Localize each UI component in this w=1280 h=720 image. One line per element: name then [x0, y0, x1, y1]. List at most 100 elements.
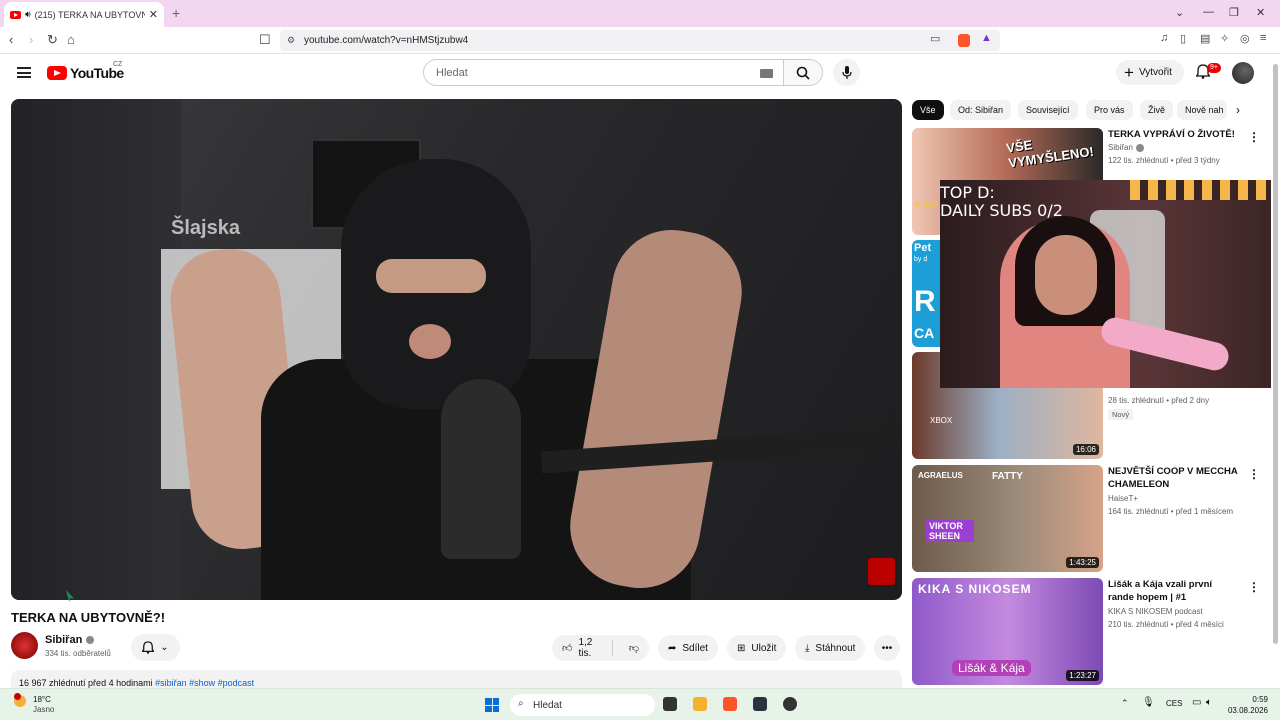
taskbar-search[interactable]: ⌕ Hledat	[510, 694, 655, 716]
tab-close-icon[interactable]: ✕	[149, 8, 158, 21]
keyboard-icon[interactable]	[760, 69, 773, 78]
windows-start-icon[interactable]	[485, 698, 499, 712]
account-avatar[interactable]	[1232, 62, 1254, 84]
video-duration: 16:06	[1072, 444, 1099, 455]
chip-recently-uploaded[interactable]: Nově nah	[1177, 100, 1227, 120]
channel-name[interactable]: Sibiřan	[45, 634, 95, 646]
minimize-button[interactable]: —	[1203, 6, 1214, 18]
save-button[interactable]: ⊞ Uložit	[727, 635, 787, 661]
recommendation-title[interactable]: Lišák a Kája vzali první rande hopem | #…	[1108, 578, 1238, 604]
speaker-icon[interactable]: 🔊︎	[25, 9, 31, 20]
chevron-right-icon[interactable]: ›	[1236, 103, 1240, 117]
input-language[interactable]: CES	[1166, 699, 1182, 708]
clock-date[interactable]: 03.08.2026	[1224, 706, 1268, 715]
chip-related[interactable]: Související	[1018, 100, 1078, 120]
home-icon[interactable]: ⌂	[67, 32, 75, 47]
recommendation-meta: 122 tis. zhlédnutí • před 3 týdny	[1108, 156, 1220, 165]
brave-rewards-icon[interactable]: ▲	[981, 32, 992, 44]
recommendation-title[interactable]: NEJVĚTŠÍ COOP V MECCHA CHAMELEON	[1108, 465, 1238, 491]
menu-icon[interactable]: ≡	[1260, 32, 1266, 44]
volume-icon[interactable]: 🔈︎	[1206, 697, 1220, 711]
bookmark-icon[interactable]: ☐	[259, 32, 271, 48]
tray-overflow-icon[interactable]: ⌃	[1121, 698, 1129, 709]
thumbnail-label: FATTY	[992, 471, 1023, 482]
more-vertical-icon[interactable]: ⋮	[1248, 467, 1260, 481]
file-explorer-icon[interactable]	[693, 697, 707, 711]
youtube-logo[interactable]: YouTube CZ	[47, 61, 124, 81]
recommendation-channel[interactable]: HaiseT+	[1108, 494, 1138, 503]
site-info-icon[interactable]: ⚙	[287, 35, 295, 46]
close-window-button[interactable]: ✕	[1256, 6, 1265, 19]
recommendation-thumbnail[interactable]: KIKA S NIKOSEM Lišák & Kája 1:23:27	[912, 578, 1103, 685]
taskbar-search-placeholder: Hledat	[533, 699, 562, 711]
microphone-tray-icon[interactable]: 🎙︎	[1142, 697, 1155, 711]
wallet-icon[interactable]: ▤	[1200, 32, 1210, 45]
subscription-bell-button[interactable]: ⌄	[131, 634, 180, 661]
player-mouth	[409, 324, 451, 359]
channel-avatar[interactable]	[11, 632, 38, 659]
more-actions-button[interactable]: •••	[874, 635, 900, 661]
video-player[interactable]: Šlajska	[11, 99, 902, 600]
dislike-button[interactable]: 👎︎	[619, 635, 649, 661]
share-button[interactable]: ➦ Sdílet	[658, 635, 718, 661]
recommendation-channel[interactable]: Sibiřan	[1108, 143, 1144, 152]
chip-from-channel[interactable]: Od: Sibiřan	[950, 100, 1012, 120]
weather-temp[interactable]: 18°C	[33, 695, 51, 704]
tab-list-icon[interactable]: ⌄	[1175, 6, 1184, 19]
maximize-button[interactable]: ❐	[1229, 6, 1239, 19]
search-button[interactable]	[783, 59, 823, 86]
weather-desc[interactable]: Jasno	[33, 705, 54, 714]
network-icon[interactable]: ▭	[1192, 697, 1206, 711]
voice-search-button[interactable]	[833, 59, 860, 86]
recommendation-item[interactable]: KIKA S NIKOSEM Lišák & Kája 1:23:27 Lišá…	[912, 578, 1268, 685]
chip-live[interactable]: Živě	[1140, 100, 1174, 120]
player-eyes	[376, 259, 486, 293]
app-notification-icon[interactable]	[783, 697, 797, 711]
task-view-icon[interactable]	[663, 697, 677, 711]
recommendation-item[interactable]: AGRAELUS FATTY VIKTOR SHEEN 1:43:25 NEJV…	[912, 465, 1268, 572]
app-icon[interactable]	[753, 697, 767, 711]
brave-browser-icon[interactable]	[723, 697, 737, 711]
thumbnail-side-text: O DĚT	[914, 200, 939, 209]
guide-menu-icon[interactable]	[17, 67, 31, 78]
thumbnail-subtext: CA	[914, 325, 935, 341]
address-bar[interactable]: ⚙ youtube.com/watch?v=nHMStjzubw4	[280, 30, 1000, 51]
recommendation-thumbnail[interactable]: AGRAELUS FATTY VIKTOR SHEEN 1:43:25	[912, 465, 1103, 572]
more-vertical-icon[interactable]: ⋮	[1248, 130, 1260, 144]
scrollbar-thumb[interactable]	[1273, 64, 1278, 644]
page-scrollbar[interactable]	[1271, 54, 1280, 688]
youtube-favicon-icon	[10, 10, 21, 19]
hashtags[interactable]: #sibiřan #show #podcast	[155, 678, 254, 688]
new-tab-button[interactable]: +	[172, 5, 180, 21]
recommendation-channel[interactable]: KIKA S NIKOSEM podcast	[1108, 607, 1203, 616]
cast-icon[interactable]: ▭	[930, 32, 940, 45]
search-icon: ⌕	[518, 698, 524, 709]
channel-watermark-icon[interactable]	[868, 558, 895, 585]
reload-icon[interactable]: ↻	[47, 32, 58, 48]
forward-icon[interactable]: ›	[29, 32, 33, 47]
share-label: Sdílet	[682, 642, 708, 654]
recommendation-title[interactable]: TERKA VYPRÁVÍ O ŽIVOTĚ!	[1108, 128, 1238, 141]
brave-shields-icon[interactable]	[958, 34, 970, 47]
like-button[interactable]: 👍︎ 1,2 tis.	[552, 635, 606, 661]
recommendation-channel-text: KIKA S NIKOSEM podcast	[1108, 607, 1203, 616]
create-button[interactable]: + Vytvořit	[1116, 60, 1184, 85]
thumbs-down-icon: 👎︎	[628, 643, 639, 654]
verified-icon	[1135, 143, 1144, 152]
chip-all[interactable]: Vše	[912, 100, 944, 120]
search-icon	[796, 66, 810, 80]
more-vertical-icon[interactable]: ⋮	[1248, 580, 1260, 594]
music-icon[interactable]: ♫	[1160, 32, 1168, 44]
chip-for-you[interactable]: Pro vás	[1086, 100, 1133, 120]
sidebar-icon[interactable]: ▯	[1180, 32, 1186, 45]
browser-tab[interactable]: 🔊︎ (215) TERKA NA UBYTOVNĚ?! ✕	[4, 2, 164, 27]
download-label: Stáhnout	[815, 642, 856, 654]
video-duration: 1:23:27	[1066, 670, 1099, 681]
clock-time[interactable]: 0:59	[1224, 695, 1268, 704]
download-button[interactable]: ⤓ Stáhnout	[795, 635, 866, 661]
search-input[interactable]: Hledat	[423, 59, 784, 86]
thumbnail-text: KIKA S NIKOSEM	[918, 582, 1032, 596]
ai-sparkle-icon[interactable]: ✧	[1220, 32, 1229, 45]
back-icon[interactable]: ‹	[9, 32, 13, 47]
vpn-icon[interactable]: ◎	[1240, 32, 1250, 45]
